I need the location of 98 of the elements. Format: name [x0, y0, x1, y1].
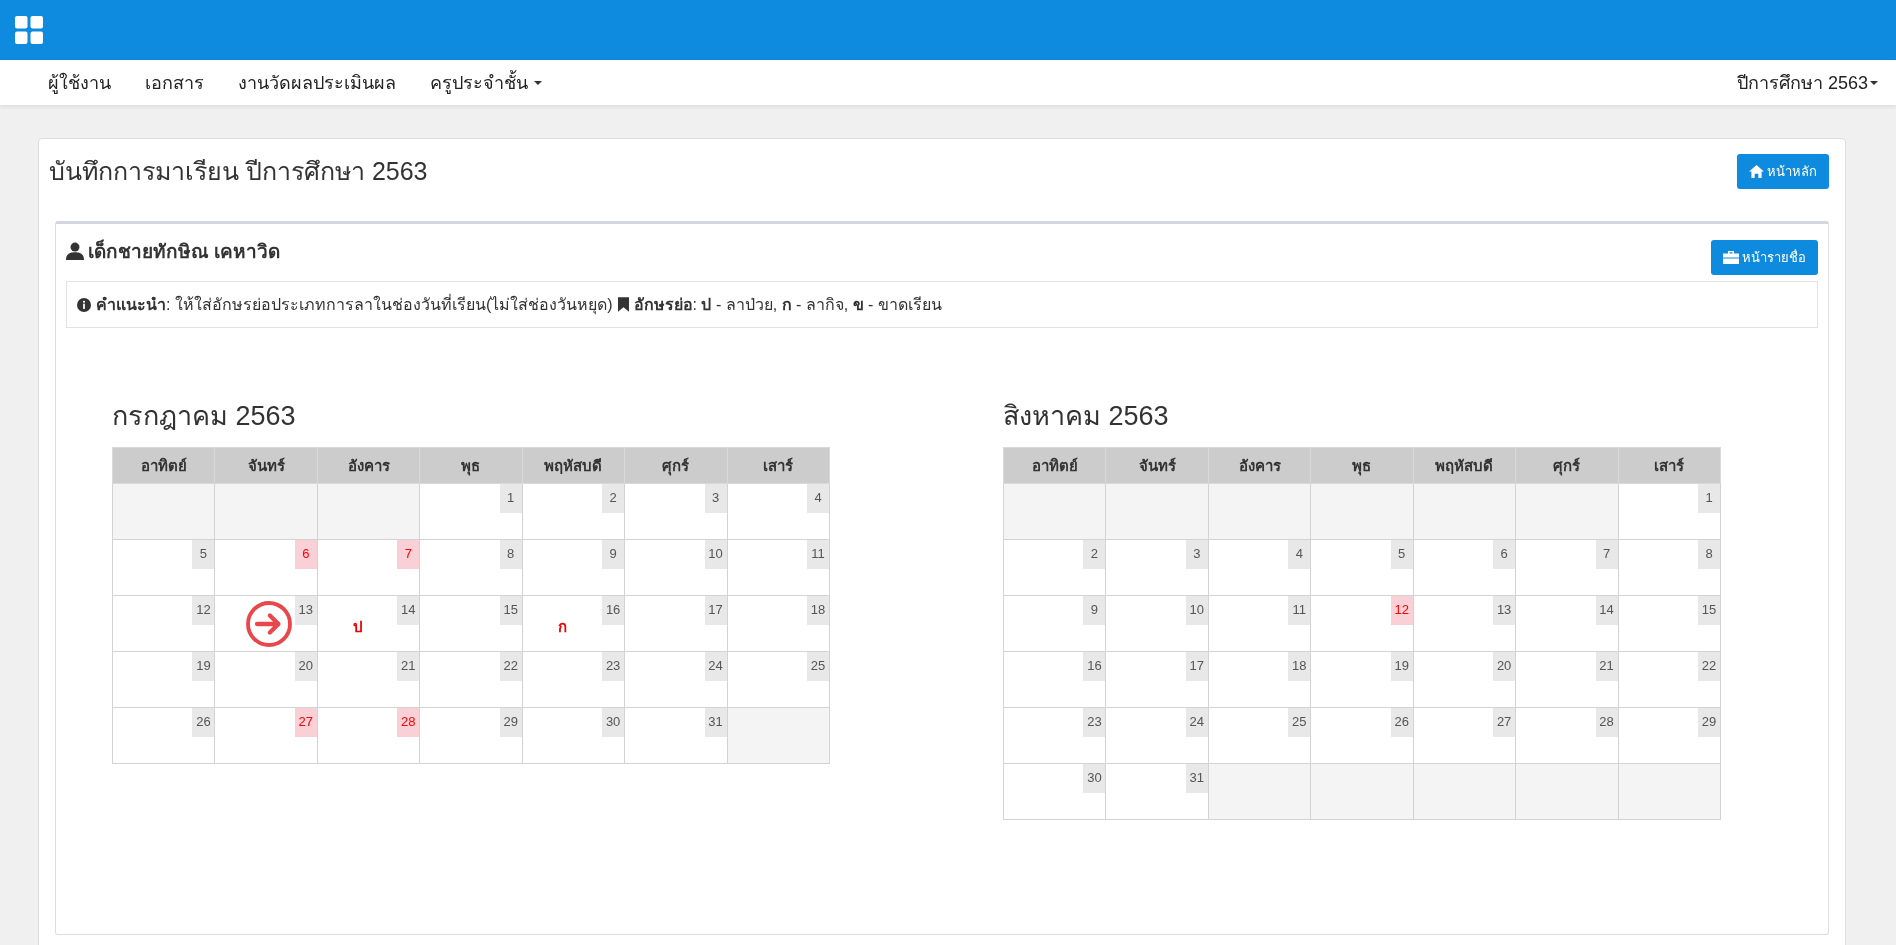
- leave-code: ก: [557, 617, 567, 637]
- day-number: 24: [1185, 708, 1208, 737]
- day-number: 4: [1288, 540, 1311, 569]
- day-number: 13: [294, 596, 317, 625]
- day-number: 8: [499, 540, 522, 569]
- day-number: 13: [1493, 596, 1516, 625]
- day-number: 28: [1595, 708, 1618, 737]
- nav-link[interactable]: ครูประจำชั้น: [430, 68, 542, 97]
- info-icon: [77, 297, 91, 312]
- day-number: 16: [602, 596, 625, 625]
- legend-text: อักษรย่อ: ป - ลาป่วย, ก - ลากิจ, ข - ขาดเรียน: [633, 295, 942, 315]
- day-number: 12: [192, 596, 215, 625]
- day-number: 27: [294, 708, 317, 737]
- day-number: 12: [1390, 596, 1413, 625]
- day-number: 26: [1390, 708, 1413, 737]
- day-number: 15: [499, 596, 522, 625]
- day-number: 14: [397, 596, 420, 625]
- month-title: สิงหาคม 2563: [1003, 400, 1170, 433]
- day-number: 10: [1185, 596, 1208, 625]
- day-number: 16: [1083, 652, 1106, 681]
- day-number: 30: [602, 708, 625, 737]
- day-number: 3: [1185, 540, 1208, 569]
- student-name: เด็กชายทักษิณ เคหาวิด: [88, 238, 281, 264]
- day-number: 21: [397, 652, 420, 681]
- day-number: 5: [1390, 540, 1413, 569]
- weekday-header: พุธ: [1310, 447, 1414, 484]
- day-number: 1: [1698, 484, 1720, 513]
- day-number: 23: [602, 652, 625, 681]
- day-number: 17: [1185, 652, 1208, 681]
- day-number: 18: [1288, 652, 1311, 681]
- weekday-header: เสาร์: [1618, 447, 1721, 484]
- day-number: 25: [1288, 708, 1311, 737]
- day-number: 25: [807, 652, 829, 681]
- day-number: 22: [1698, 652, 1720, 681]
- day-number: 31: [1185, 764, 1208, 793]
- day-number: 28: [397, 708, 420, 737]
- weekday-header: เสาร์: [727, 447, 830, 484]
- home-icon: [1749, 164, 1764, 178]
- day-number: 2: [1083, 540, 1106, 569]
- day-number: 26: [192, 708, 215, 737]
- day-number: 7: [397, 540, 420, 569]
- day-number: 11: [1288, 596, 1311, 625]
- day-number: 22: [499, 652, 522, 681]
- day-number: 6: [294, 540, 317, 569]
- day-number: 9: [602, 540, 625, 569]
- year-menu[interactable]: ปีการศึกษา 2563: [1736, 68, 1878, 97]
- page-title: บันทึกการมาเรียน ปีการศึกษา 2563: [49, 156, 428, 187]
- day-number: 17: [704, 596, 727, 625]
- nav-link[interactable]: งานวัดผลประเมินผล: [238, 68, 396, 97]
- weekday-header: จันทร์: [1105, 447, 1209, 484]
- home-button[interactable]: หน้าหลัก: [1737, 153, 1829, 189]
- month-title: กรกฎาคม 2563: [112, 400, 297, 433]
- weekday-header: อาทิตย์: [112, 447, 215, 484]
- day-number: 6: [1493, 540, 1516, 569]
- grid-icon[interactable]: [15, 16, 43, 44]
- briefcase-icon: [1723, 251, 1739, 264]
- day-number: 4: [807, 484, 829, 513]
- day-number: 20: [1493, 652, 1516, 681]
- weekday-header: อังคาร: [1208, 447, 1311, 484]
- weekday-header: พุธ: [419, 447, 523, 484]
- day-number: 21: [1595, 652, 1618, 681]
- day-number: 31: [704, 708, 727, 737]
- bookmark-icon: [617, 297, 629, 312]
- weekday-header: อาทิตย์: [1003, 447, 1106, 484]
- day-number: 24: [704, 652, 727, 681]
- day-number: 9: [1083, 596, 1106, 625]
- day-number: 1: [499, 484, 522, 513]
- hint-text: คำแนะนำ: ให้ใส่อักษรย่อประเภทการลาในช่องวันที่เรียน(ไม่ใส่ช่องวันหยุด): [96, 293, 613, 317]
- day-number: 11: [807, 540, 829, 569]
- caret-icon: [1870, 80, 1878, 85]
- day-number: 15: [1698, 596, 1720, 625]
- leave-code: ป: [352, 617, 363, 637]
- day-number: 10: [704, 540, 727, 569]
- day-number: 5: [192, 540, 215, 569]
- nav-link[interactable]: เอกสาร: [145, 68, 204, 97]
- nav-link[interactable]: ผู้ใช้งาน: [48, 68, 111, 97]
- day-number: 20: [294, 652, 317, 681]
- day-number: 23: [1083, 708, 1106, 737]
- day-number: 30: [1083, 764, 1106, 793]
- day-number: 19: [1390, 652, 1413, 681]
- weekday-header: ศุกร์: [1515, 447, 1619, 484]
- day-number: 18: [807, 596, 829, 625]
- day-number: 7: [1595, 540, 1618, 569]
- day-number: 3: [704, 484, 727, 513]
- weekday-header: พฤหัสบดี: [1413, 447, 1516, 484]
- day-number: 19: [192, 652, 215, 681]
- day-number: 29: [499, 708, 522, 737]
- day-number: 29: [1698, 708, 1720, 737]
- weekday-header: อังคาร: [317, 447, 420, 484]
- day-number: 2: [602, 484, 625, 513]
- weekday-header: พฤหัสบดี: [522, 447, 625, 484]
- person-icon: [66, 242, 84, 260]
- weekday-header: จันทร์: [214, 447, 318, 484]
- day-number: 8: [1698, 540, 1720, 569]
- weekday-header: ศุกร์: [624, 447, 728, 484]
- day-number: 27: [1493, 708, 1516, 737]
- list-button[interactable]: หน้ารายชื่อ: [1711, 240, 1818, 275]
- day-number: 14: [1595, 596, 1618, 625]
